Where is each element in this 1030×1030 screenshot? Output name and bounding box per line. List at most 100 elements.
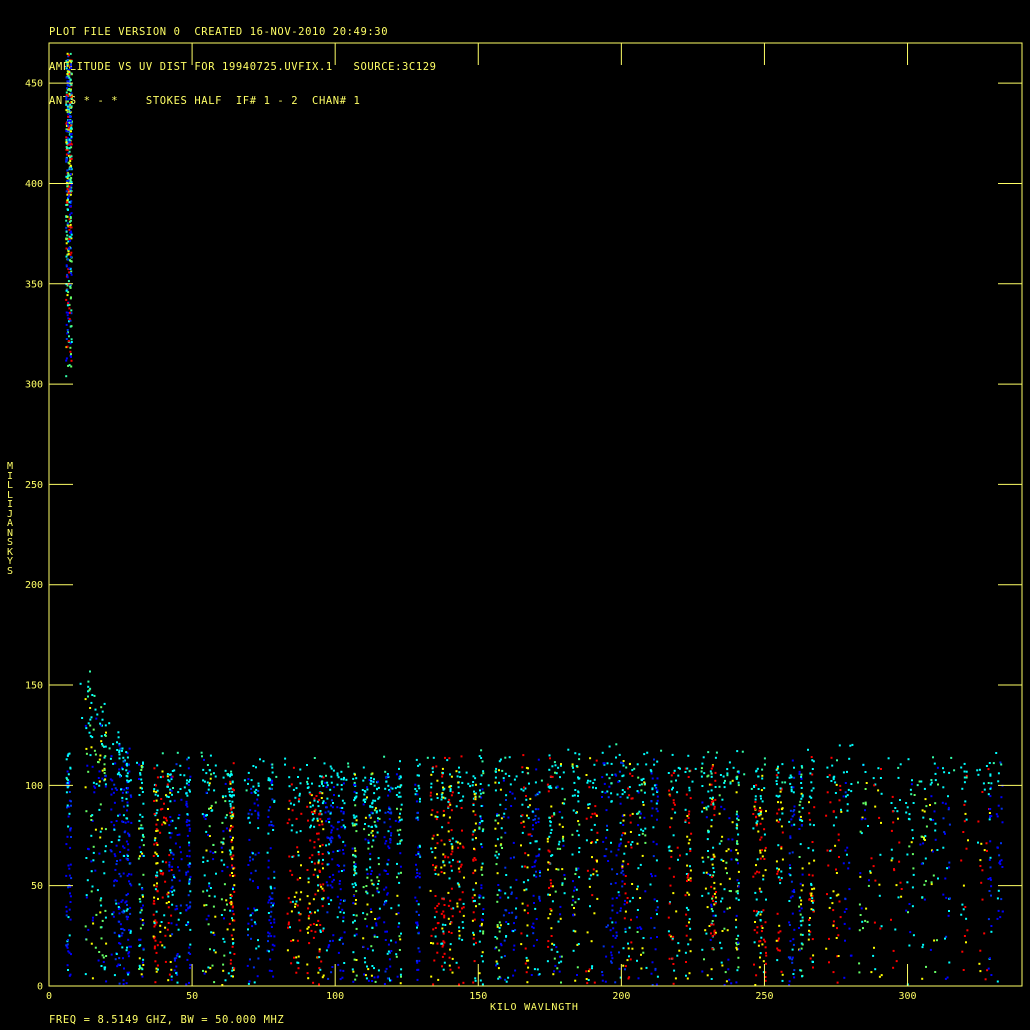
data-point [416, 871, 419, 874]
scatter-plot: 0 50 100 150 200 250 3000501001502002503003504… [25, 42, 1023, 1002]
data-point [174, 959, 176, 962]
data-point [619, 802, 622, 805]
data-point [129, 882, 132, 885]
data-point [65, 944, 68, 947]
data-point [353, 869, 356, 872]
data-point [65, 76, 68, 79]
data-point [547, 849, 550, 852]
data-point [460, 799, 463, 802]
data-point [418, 950, 421, 953]
data-point [448, 956, 451, 959]
data-point [103, 872, 106, 875]
data-point [113, 783, 116, 786]
data-point [790, 824, 793, 827]
data-point [230, 934, 233, 937]
data-point [129, 912, 132, 915]
data-point [370, 831, 373, 834]
data-point [571, 903, 574, 906]
data-point [203, 874, 206, 877]
data-point [713, 892, 716, 895]
data-point [371, 894, 374, 897]
data-point [509, 790, 512, 793]
data-point [864, 801, 867, 804]
data-point [125, 797, 128, 800]
data-point [395, 794, 398, 796]
data-point [366, 903, 369, 906]
data-point [687, 754, 690, 757]
data-point [577, 800, 580, 803]
data-point [606, 762, 609, 765]
data-point [399, 760, 401, 763]
data-point [710, 923, 713, 926]
data-point [367, 825, 370, 828]
data-point [736, 859, 739, 862]
data-point [139, 813, 142, 816]
data-point [560, 960, 563, 963]
data-point [398, 949, 401, 951]
data-point [214, 951, 217, 954]
data-point [835, 937, 838, 939]
data-point [908, 944, 911, 947]
data-point [120, 788, 122, 791]
data-point [507, 816, 510, 819]
data-point [330, 829, 333, 832]
data-point [759, 857, 762, 860]
data-point [390, 812, 393, 815]
data-point [948, 866, 951, 869]
data-point [480, 820, 483, 823]
data-point [156, 764, 159, 767]
data-point [447, 904, 450, 907]
data-point [102, 956, 105, 959]
data-point [170, 832, 173, 835]
data-point [369, 866, 372, 869]
data-point [352, 777, 355, 780]
data-point [798, 896, 801, 899]
data-point [250, 813, 253, 816]
data-point [342, 916, 345, 919]
data-point [589, 874, 592, 877]
data-point [936, 766, 939, 769]
data-point [309, 801, 312, 804]
data-point [331, 806, 334, 809]
data-point [352, 970, 355, 973]
data-point [431, 851, 434, 854]
data-point [101, 777, 104, 780]
data-point [563, 877, 566, 880]
data-point [755, 815, 758, 818]
data-point [892, 949, 895, 952]
data-point [164, 934, 167, 937]
data-point [497, 814, 500, 817]
data-point [505, 794, 508, 797]
data-point [373, 784, 376, 787]
data-point [104, 850, 107, 853]
data-point [104, 828, 107, 831]
data-point [214, 915, 217, 918]
data-point [777, 931, 780, 934]
data-point [95, 913, 98, 916]
data-point [326, 781, 329, 784]
data-point [880, 792, 883, 795]
data-point [867, 825, 869, 827]
data-point [222, 969, 225, 972]
data-point [482, 930, 485, 933]
data-point [111, 913, 114, 916]
data-point [326, 911, 329, 914]
data-point [122, 957, 124, 960]
data-point [572, 949, 575, 952]
data-point [549, 893, 551, 896]
data-point [788, 900, 791, 902]
data-point [610, 841, 612, 844]
data-point [93, 785, 96, 788]
data-point [440, 912, 443, 915]
data-point [448, 930, 450, 933]
data-point [758, 887, 761, 890]
data-point [68, 98, 71, 101]
data-point [121, 796, 124, 799]
data-point [905, 811, 908, 814]
data-point [138, 964, 141, 967]
data-point [710, 978, 713, 980]
data-point [557, 843, 560, 846]
data-point [688, 921, 690, 924]
data-point [808, 862, 811, 865]
data-point [707, 790, 710, 793]
